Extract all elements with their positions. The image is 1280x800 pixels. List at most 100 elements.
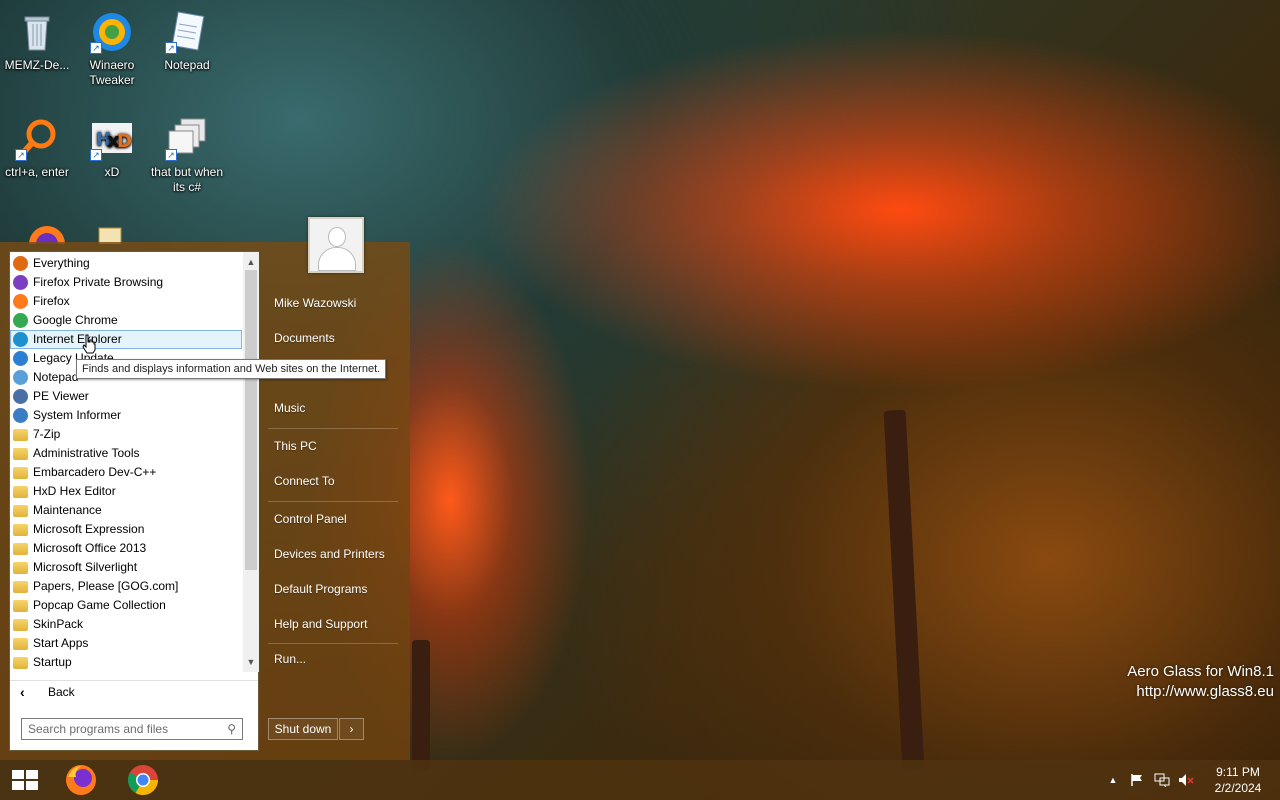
clock-date: 2/2/2024 <box>1214 781 1262 795</box>
program-item[interactable]: Startup <box>10 653 242 672</box>
program-item[interactable]: Popcap Game Collection <box>10 596 242 615</box>
desktop-icon-label: ctrl+a, enter <box>5 165 69 179</box>
taskbar-chrome-button[interactable] <box>118 760 168 800</box>
desktop-icon-label: MEMZ-De... <box>4 58 70 72</box>
program-item-label: Administrative Tools <box>33 446 140 460</box>
notepad-icon: ↗ <box>165 10 209 54</box>
firefox-private-icon <box>13 275 28 290</box>
program-item[interactable]: Administrative Tools <box>10 444 242 463</box>
notepad-icon <box>13 370 28 385</box>
program-item[interactable]: System Informer <box>10 406 242 425</box>
shortcut-arrow-icon: ↗ <box>90 42 102 54</box>
program-item[interactable]: Google Chrome <box>10 311 242 330</box>
desktop-icon-ctrl-a-enter[interactable]: ↗ ctrl+a, enter <box>0 117 74 180</box>
folder-icon <box>13 543 28 555</box>
winaero-icon: ↗ <box>90 10 134 54</box>
program-item-label: Microsoft Expression <box>33 522 145 536</box>
scroll-thumb[interactable] <box>245 270 257 570</box>
back-button[interactable]: ‹ Back <box>10 680 258 702</box>
tooltip: Finds and displays information and Web s… <box>76 359 387 379</box>
program-item-label: 7-Zip <box>33 427 61 441</box>
program-item-label: Notepad <box>33 370 79 384</box>
program-item[interactable]: Microsoft Expression <box>10 520 242 539</box>
program-item-label: Papers, Please [GOG.com] <box>33 579 179 593</box>
program-item[interactable]: 7-Zip <box>10 425 242 444</box>
folder-icon <box>13 562 28 574</box>
program-item[interactable]: HxD Hex Editor <box>10 482 242 501</box>
program-item[interactable]: Microsoft Office 2013 <box>10 539 242 558</box>
scroll-down-arrow-icon[interactable]: ▼ <box>243 654 259 670</box>
shutdown-options-button[interactable]: › <box>339 718 364 740</box>
program-item[interactable]: Internet Explorer <box>10 330 242 349</box>
menu-item-documents[interactable]: Documents <box>274 331 335 345</box>
search-icon: ⚲ <box>227 722 236 736</box>
folder-icon <box>13 619 28 631</box>
app-icon <box>87 222 131 244</box>
folder-icon <box>13 467 28 479</box>
program-item-label: Startup <box>33 655 72 669</box>
tray-overflow-button[interactable]: ▲ <box>1106 760 1120 800</box>
program-list-scrollbar[interactable]: ▲ ▼ <box>243 252 259 672</box>
menu-item-control-panel[interactable]: Control Panel <box>274 512 347 526</box>
legacy-update-icon <box>13 351 28 366</box>
user-avatar[interactable] <box>308 217 364 273</box>
program-item-label: Popcap Game Collection <box>33 598 166 612</box>
program-item-label: System Informer <box>33 408 122 422</box>
desktop-icon-partial-app[interactable] <box>72 222 146 244</box>
program-item[interactable]: Start Apps <box>10 634 242 653</box>
watermark-line-2: http://www.glass8.eu <box>1136 683 1274 700</box>
program-item-label: Microsoft Office 2013 <box>33 541 147 555</box>
taskbar-clock[interactable]: 9:11 PM 2/2/2024 <box>1206 764 1270 796</box>
program-item[interactable]: SkinPack <box>10 615 242 634</box>
desktop-icon-memz[interactable]: MEMZ-De... <box>0 10 74 73</box>
menu-item-run[interactable]: Run... <box>274 652 306 666</box>
program-item-label: Microsoft Silverlight <box>33 560 138 574</box>
program-item[interactable]: PE Viewer <box>10 387 242 406</box>
shortcut-arrow-icon: ↗ <box>165 149 177 161</box>
desktop-icon-notepad[interactable]: ↗ Notepad <box>150 10 224 73</box>
menu-item-user[interactable]: Mike Wazowski <box>274 296 356 310</box>
menu-item-music[interactable]: Music <box>274 401 305 415</box>
chrome-icon <box>127 765 158 796</box>
windows-stack-icon: ↗ <box>165 117 209 161</box>
menu-item-help-support[interactable]: Help and Support <box>274 617 367 631</box>
shutdown-button[interactable]: Shut down <box>268 718 338 740</box>
program-item-label: Maintenance <box>33 503 102 517</box>
desktop-icon-that-but-when-its-csharp[interactable]: ↗ that but when its c# <box>150 117 224 195</box>
programs-panel: Everything Firefox Private Browsing Firefo… <box>9 251 259 751</box>
program-item[interactable]: Papers, Please [GOG.com] <box>10 577 242 596</box>
chevron-left-icon: ‹ <box>20 684 25 700</box>
shortcut-arrow-icon: ↗ <box>165 42 177 54</box>
magnifier-icon <box>13 256 28 271</box>
program-item[interactable]: Microsoft Silverlight <box>10 558 242 577</box>
desktop-icon-winaero[interactable]: ↗ Winaero Tweaker <box>75 10 149 88</box>
volume-muted-icon[interactable] <box>1176 760 1196 800</box>
desktop-icon-label: xD <box>104 165 120 179</box>
program-item[interactable]: Firefox <box>10 292 242 311</box>
program-item[interactable]: Embarcadero Dev-C++ <box>10 463 242 482</box>
menu-item-connect-to[interactable]: Connect To <box>274 474 335 488</box>
menu-item-default-programs[interactable]: Default Programs <box>274 582 367 596</box>
folder-icon <box>13 581 28 593</box>
action-center-flag-icon[interactable] <box>1128 760 1146 800</box>
program-item[interactable]: Everything <box>10 254 242 273</box>
program-item-label: Google Chrome <box>33 313 118 327</box>
menu-item-devices-printers[interactable]: Devices and Printers <box>274 547 385 561</box>
pe-viewer-icon <box>13 389 28 404</box>
program-item[interactable]: Firefox Private Browsing <box>10 273 242 292</box>
user-body-shape <box>318 247 356 271</box>
search-input[interactable]: Search programs and files ⚲ <box>21 718 243 740</box>
taskbar-firefox-button[interactable] <box>56 760 106 800</box>
menu-item-this-pc[interactable]: This PC <box>274 439 317 453</box>
folder-icon <box>13 486 28 498</box>
desktop-icon-label: Winaero Tweaker <box>89 58 135 87</box>
program-item[interactable]: Maintenance <box>10 501 242 520</box>
scroll-up-arrow-icon[interactable]: ▲ <box>243 254 259 270</box>
start-menu: Everything Firefox Private Browsing Firefo… <box>0 217 410 760</box>
program-item-label: HxD Hex Editor <box>33 484 116 498</box>
desktop-icon-xd[interactable]: HxD ↗ xD <box>75 117 149 180</box>
hxd-icon: HxD ↗ <box>90 117 134 161</box>
folder-icon <box>13 657 28 669</box>
start-button[interactable] <box>0 760 50 800</box>
network-icon[interactable] <box>1152 760 1172 800</box>
